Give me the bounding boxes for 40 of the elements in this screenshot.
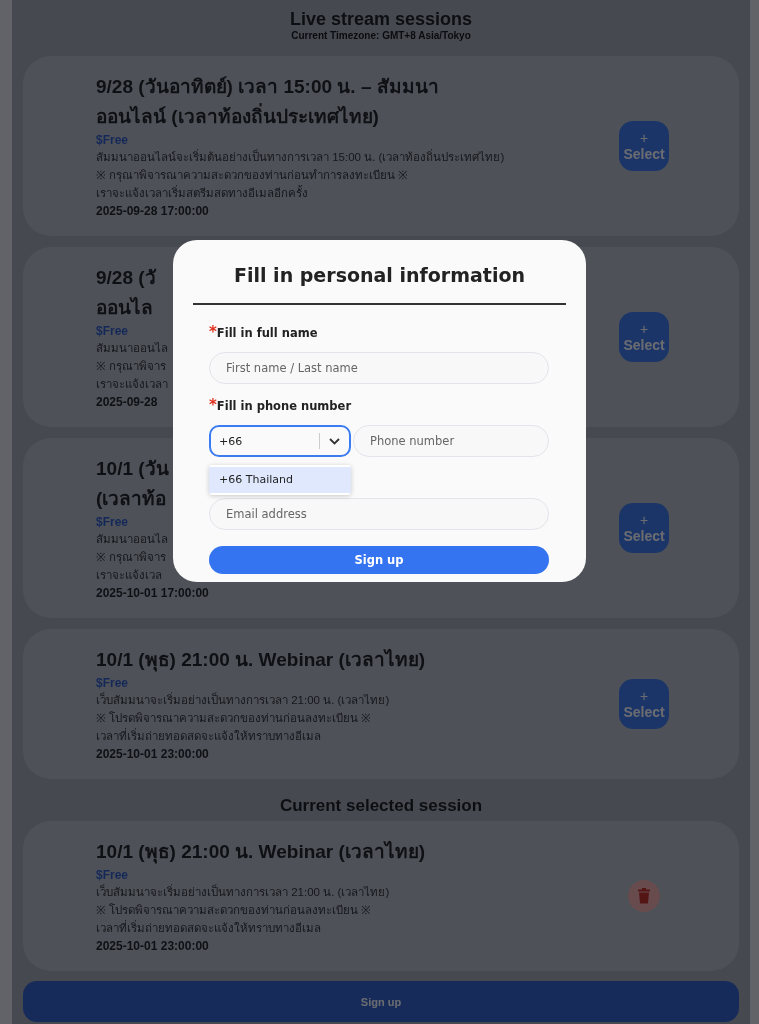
delete-button[interactable] (628, 880, 660, 912)
session-description: สัมมนาออนไลน์จะเริ่มต้นอย่างเป็นทางการเวลา 15:00 น. (เวลาท้องถิ่นประเทศไทย) ※ กรุณาพิจารณาความสะดวกของท่านก่อนทำการลงทะเบียน ※ เราจะแจ้งเวลาเริ่มสตรีมสดทางอีเมลอีกครั้ง (96, 148, 505, 201)
country-code-select[interactable]: +66 (209, 425, 351, 457)
chevron-down-icon (329, 437, 340, 445)
session-title: 9/28 (วันอาทิตย์) เวลา 15:00 น. – สัมมนา ออนไลน์ (เวลาท้องถิ่นประเทศไทย) (96, 75, 439, 129)
timezone-text: Current Timezone: GMT+8 Asia/Tokyo (290, 30, 472, 42)
session-price: $Free (96, 324, 129, 339)
session-datetime: 2025-10-01 23:00:00 (96, 938, 209, 955)
modal-title: Fill in personal information (193, 260, 566, 305)
session-description: เว็บสัมมนาจะเริ่มอย่างเป็นทางการเวลา 21:00 น. (เวลาไทย) ※ โปรดพิจารณาความสะดวกของท่านก่อนลงทะเบียน ※ เวลาที่เริ่มถ่ายทอดสดจะแจ้งให้ทราบทางอีเมล (96, 691, 390, 744)
session-description: เว็บสัมมนาจะเริ่มอย่างเป็นทางการเวลา 21:00 น. (เวลาไทย) ※ โปรดพิจารณาความสะดวกของท่านก่อนลงทะเบียน ※ เวลาที่เริ่มถ่ายทอดสดจะแจ้งให้ทราบทางอีเมล (96, 883, 390, 936)
session-description: สัมมนาออนไล ※ กรุณาพิจาร เราจะแจ้งเวล (96, 532, 168, 583)
input-field[interactable]: First name / Last name (209, 352, 549, 384)
session-price: $Free (96, 676, 129, 691)
select-button[interactable]: + Select (619, 312, 669, 362)
select-button[interactable]: + Select (619, 503, 669, 553)
page-title: Live stream sessions (288, 8, 474, 30)
session-price: $Free (96, 868, 129, 883)
trash-icon (638, 888, 650, 904)
session-title: 10/1 (พุธ) 21:00 น. Webinar (เวลาไทย) (96, 840, 426, 866)
input-field[interactable]: Email address (209, 498, 549, 530)
section-heading: Current selected session (278, 795, 484, 817)
field-label: *Fill in full name (209, 323, 319, 342)
select-button[interactable]: + Select (619, 679, 669, 729)
sign-up-button[interactable]: Sign up (23, 981, 739, 1022)
session-title: 10/1 (วัน (เวลาท้อ (96, 457, 169, 511)
session-datetime: 2025-10-01 17:00:00 (96, 585, 209, 602)
dropdown-option[interactable]: +66 Thailand (209, 467, 351, 493)
session-title: 10/1 (พุธ) 21:00 น. Webinar (เวลาไทย) (96, 648, 426, 674)
input-field[interactable]: Phone number (353, 425, 549, 457)
field-label: *Fill in phone number (209, 396, 353, 415)
session-datetime: 2025-10-01 23:00:00 (96, 746, 209, 763)
session-datetime: 2025-09-28 17:00:00 (96, 203, 209, 220)
session-title: 9/28 (วั ออนไล (96, 266, 156, 320)
session-description: สัมมนาออนไล ※ กรุณาพิจาร เราจะแจ้งเวลา (96, 341, 168, 392)
session-price: $Free (96, 515, 129, 530)
sign-up-button[interactable]: Sign up (209, 546, 549, 574)
select-button[interactable]: + Select (619, 121, 669, 171)
session-datetime: 2025-09-28 (96, 394, 158, 411)
session-price: $Free (96, 133, 129, 148)
